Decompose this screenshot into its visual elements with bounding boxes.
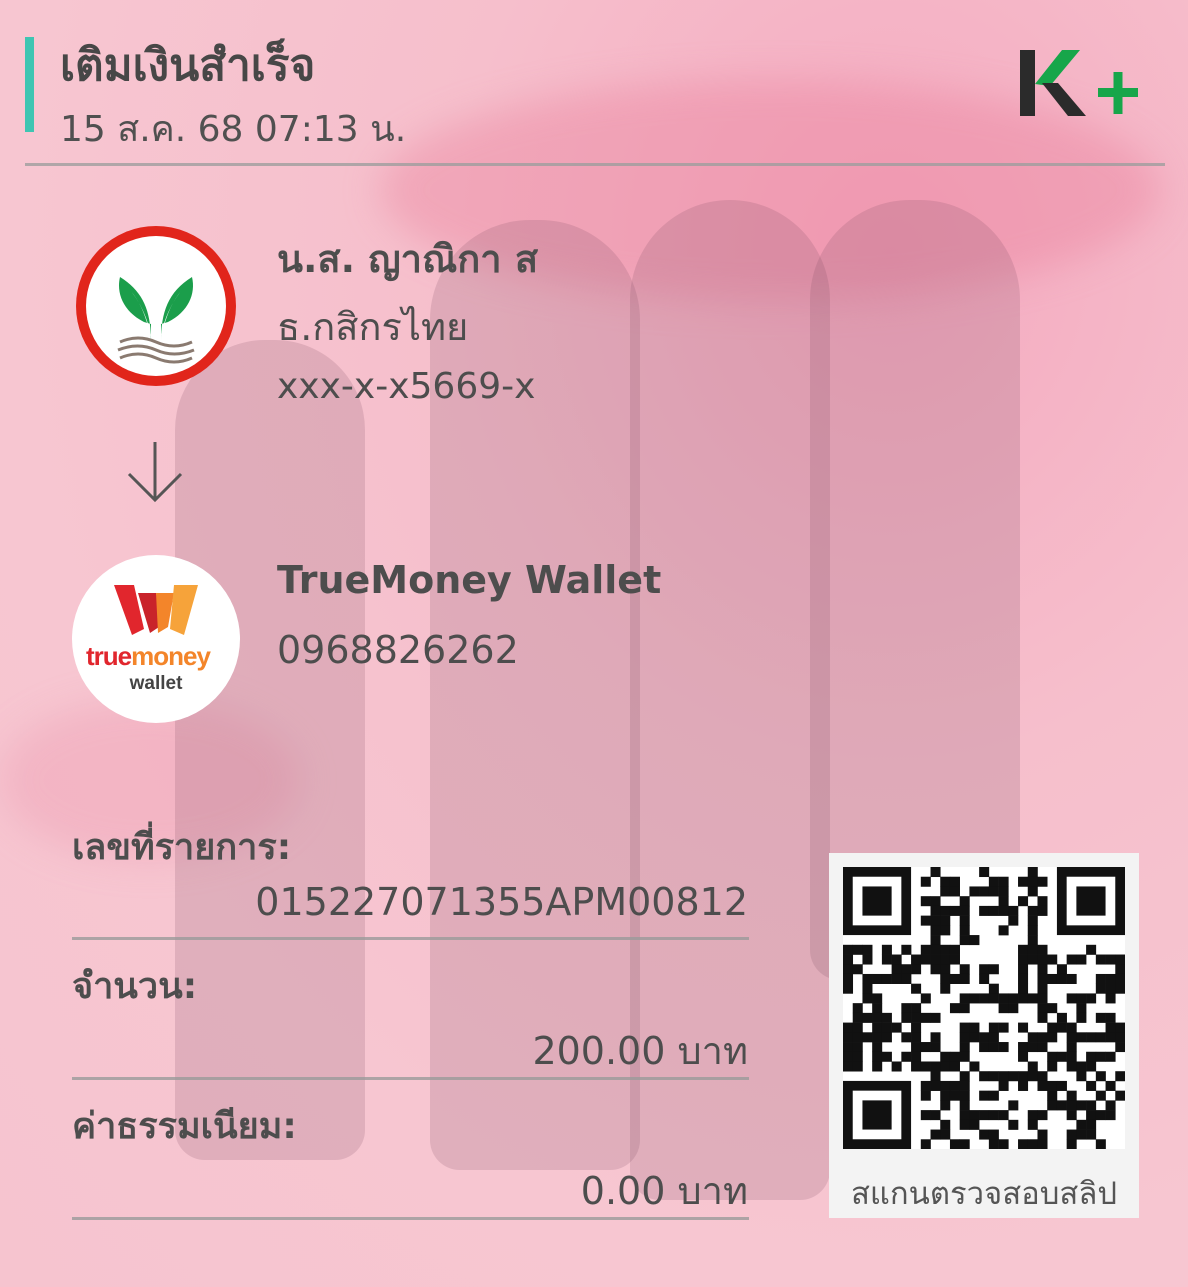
- truemoney-w-mark-icon: [114, 585, 198, 635]
- page-title: เติมเงินสำเร็จ: [60, 40, 316, 91]
- fee-value: 0.00 บาท: [580, 1169, 748, 1213]
- qr-caption: สแกนตรวจสอบสลิป: [850, 1176, 1118, 1212]
- accent-bar: [25, 37, 34, 132]
- header-divider: [25, 163, 1165, 166]
- kplus-logo-icon: [1020, 50, 1138, 116]
- arrow-down-icon: [127, 442, 183, 503]
- amount-value: 200.00 บาท: [532, 1029, 748, 1073]
- kasikornbank-logo-icon: [76, 226, 236, 386]
- sender-account: xxx-x-x5669-x: [277, 366, 536, 407]
- sender-bank: ธ.กสิกรไทย: [277, 305, 469, 349]
- sender-name: น.ส. ญาณิกา ส: [277, 237, 539, 281]
- transaction-datetime: 15 ส.ค. 68 07:13 น.: [60, 109, 407, 150]
- qr-finder-pattern: [1056, 867, 1125, 936]
- wallet-logo-text: wallet: [129, 673, 183, 694]
- receiver-name: TrueMoney Wallet: [277, 558, 662, 602]
- qr-code-icon[interactable]: [843, 867, 1125, 1149]
- qr-finder-pattern: [843, 1080, 912, 1149]
- qr-finder-pattern: [843, 867, 912, 936]
- truemoney-logo-text: truemoney: [86, 641, 211, 671]
- transfer-slip: เติมเงินสำเร็จ 15 ส.ค. 68 07:13 น. น.ส. …: [0, 0, 1188, 1287]
- reference-value: 015227071355APM00812: [255, 880, 748, 924]
- truemoney-wallet-logo-icon: truemoney wallet: [72, 555, 240, 723]
- details-divider: [72, 1217, 749, 1220]
- details-divider: [72, 1077, 749, 1080]
- reference-label: เลขที่รายการ:: [72, 827, 292, 868]
- background-photo-figure: [175, 340, 365, 1160]
- receiver-number: 0968826262: [277, 628, 519, 672]
- verification-qr-box[interactable]: สแกนตรวจสอบสลิป: [829, 853, 1139, 1218]
- amount-label: จำนวน:: [72, 966, 198, 1007]
- details-divider: [72, 937, 749, 940]
- fee-label: ค่าธรรมเนียม:: [72, 1106, 297, 1147]
